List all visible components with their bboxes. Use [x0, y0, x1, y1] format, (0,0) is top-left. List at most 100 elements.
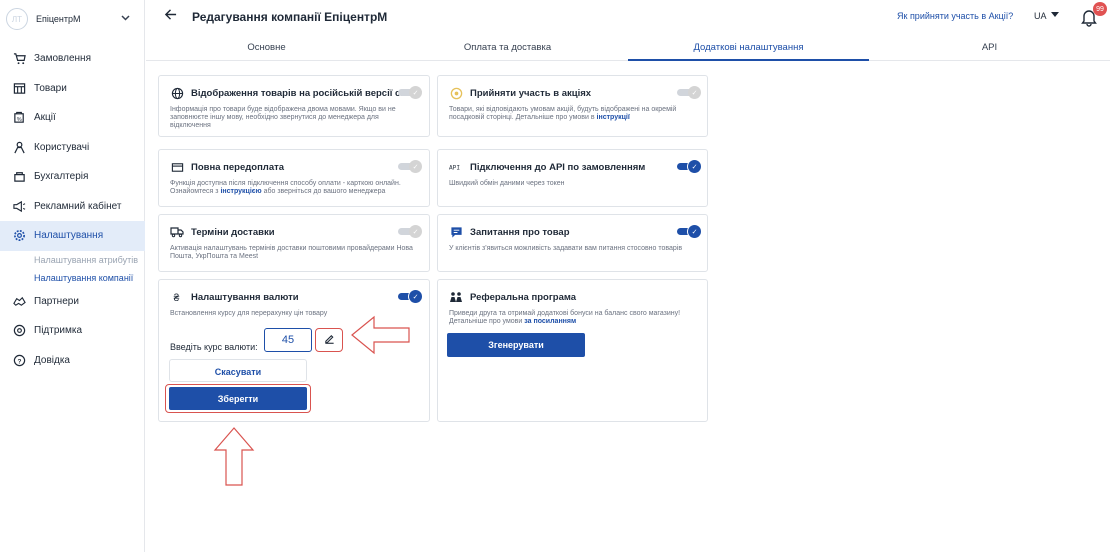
truck-icon	[170, 225, 184, 239]
card-description: Встановлення курсу для перерахунку цін т…	[170, 310, 328, 317]
tab-api[interactable]: API	[869, 34, 1110, 60]
promotions-toggle[interactable]: ✓	[677, 86, 701, 99]
notification-badge: 99	[1093, 2, 1107, 16]
sidebar-item-users[interactable]: Користувачі	[0, 133, 145, 163]
sidebar-item-settings[interactable]: Налаштування	[0, 221, 145, 251]
sidebar-item-accounting[interactable]: Бухгалтерія	[0, 162, 145, 192]
api-orders-toggle[interactable]: ✓	[677, 160, 701, 173]
promo-help-link[interactable]: Як прийняти участь в Акції?	[897, 11, 1013, 21]
instructions-link[interactable]: інструкції	[597, 114, 630, 121]
megaphone-icon	[12, 199, 26, 213]
help-icon: ?	[12, 353, 26, 367]
sidebar-item-products[interactable]: Товари	[0, 74, 145, 104]
card-description: Активація налаштувань термінів доставки …	[170, 245, 413, 260]
prepay-description: Функція доступна після підключення спосо…	[170, 180, 401, 187]
rate-label: Введіть курс валюти:	[170, 342, 258, 352]
store-switcher[interactable]: ЛТ ЕпіцентрМ	[6, 6, 138, 32]
card-api-orders: API Підключення до API по замовленням ✓ …	[437, 149, 708, 207]
delivery-terms-toggle[interactable]: ✓	[398, 225, 422, 238]
store-name: ЕпіцентрМ	[36, 14, 81, 24]
save-button[interactable]: Зберегти	[169, 387, 307, 410]
card-description: Функція доступна після підключення спосо…	[170, 180, 430, 196]
badge-icon	[449, 86, 463, 100]
people-icon	[449, 290, 463, 304]
referral-link[interactable]: за посиланням	[524, 318, 576, 325]
tab-bar: Основне Оплата та доставка Додаткові нал…	[146, 34, 1110, 61]
pencil-icon	[324, 333, 335, 347]
card-description: Приведи друга та отримай додаткові бонус…	[449, 310, 709, 326]
referral-terms-line: Детальніше про умови за посиланням	[449, 318, 709, 326]
page-header: Редагування компанії ЕпіцентрМ Як прийня…	[146, 0, 1110, 34]
chevron-down-icon[interactable]	[121, 13, 130, 24]
sidebar-item-orders[interactable]: Замовлення	[0, 44, 145, 74]
sidebar-item-label: Акції	[34, 112, 56, 124]
card-title: Прийняти участь в акціях	[470, 88, 592, 99]
users-icon	[12, 140, 26, 154]
questions-toggle[interactable]: ✓	[677, 225, 701, 238]
cancel-button[interactable]: Скасувати	[169, 359, 307, 382]
svg-text:API: API	[449, 165, 460, 172]
currency-toggle[interactable]: ✓	[398, 290, 422, 303]
generate-button[interactable]: Згенерувати	[447, 333, 585, 357]
back-arrow-icon[interactable]	[164, 8, 177, 24]
prepay-text: Ознайомтеся з	[170, 188, 219, 195]
promo-icon: %	[12, 111, 26, 125]
sidebar-item-label: Замовлення	[34, 53, 91, 65]
page-title: Редагування компанії ЕпіцентрМ	[192, 10, 388, 24]
sidebar-item-label: Партнери	[34, 295, 79, 307]
language-select[interactable]: UA	[1034, 11, 1047, 21]
card-description: Товари, які відповідають умовам акцій, б…	[449, 106, 707, 122]
products-icon	[12, 81, 26, 95]
card-promotions: Прийняти участь в акціях ✓ Товари, які в…	[437, 75, 708, 137]
sidebar-item-label: Рекламний кабінет	[34, 200, 122, 212]
card-product-questions: Запитання про товар ✓ У клієнтів з'явить…	[437, 214, 708, 272]
referral-text: Детальніше про умови	[449, 318, 523, 325]
card-description: У клієнтів з'явиться можливість задавати…	[449, 245, 683, 252]
api-icon: API	[449, 160, 463, 174]
card-title: Налаштування валюти	[191, 292, 299, 303]
prepayment-toggle[interactable]: ✓	[398, 160, 422, 173]
sidebar-item-promotions[interactable]: % Акції	[0, 103, 145, 133]
tab-main[interactable]: Основне	[146, 34, 387, 60]
svg-text:?: ?	[17, 358, 21, 365]
sidebar-item-label: Підтримка	[34, 325, 83, 337]
tab-additional-settings[interactable]: Додаткові налаштування	[628, 34, 869, 61]
chat-icon	[449, 225, 463, 239]
prepay-text: або зверніться до вашого менеджера	[263, 188, 386, 195]
sidebar-item-label: Бухгалтерія	[34, 171, 89, 183]
card-title: Запитання про товар	[470, 227, 570, 238]
currency-rate-input[interactable]: 45	[264, 328, 312, 352]
card-russian-version: Відображення товарів на російській версі…	[158, 75, 430, 137]
sidebar-item-ads[interactable]: Рекламний кабінет	[0, 192, 145, 222]
instructions-link[interactable]: інструкцією	[220, 188, 261, 195]
sidebar-item-label: Користувачі	[34, 141, 90, 153]
tab-payment-delivery[interactable]: Оплата та доставка	[387, 34, 628, 60]
sidebar-menu: Замовлення Товари % Акції Користувачі Бу…	[0, 44, 145, 375]
annotation-arrow-left	[351, 315, 410, 355]
card-description: Швидкий обмін даними через токен	[449, 180, 565, 187]
card-title: Повна передоплата	[191, 162, 285, 173]
caret-down-icon[interactable]	[1051, 10, 1059, 20]
russian-version-toggle[interactable]: ✓	[398, 86, 422, 99]
card-title: Реферальна програма	[470, 292, 577, 303]
card-title: Підключення до API по замовленням	[470, 162, 646, 173]
edit-rate-button[interactable]	[315, 328, 343, 352]
currency-icon: ₴	[170, 290, 184, 304]
referral-description: Приведи друга та отримай додаткові бонус…	[449, 310, 681, 317]
card-delivery-terms: Терміни доставки ✓ Активація налаштувань…	[158, 214, 430, 272]
support-icon	[12, 324, 26, 338]
sidebar-item-label: Товари	[34, 82, 67, 94]
card-title: Терміни доставки	[191, 227, 275, 238]
handshake-icon	[12, 294, 26, 308]
sidebar-item-support[interactable]: Підтримка	[0, 316, 145, 346]
sidebar-item-partners[interactable]: Партнери	[0, 287, 145, 317]
sidebar-subitem-company[interactable]: Налаштування компанії	[0, 269, 145, 287]
sidebar-subitem-attributes[interactable]: Налаштування атрибутів	[0, 251, 145, 269]
annotation-arrow-up	[213, 427, 255, 486]
globe-icon	[170, 86, 184, 100]
card-title: Відображення товарів на російській версі…	[191, 88, 422, 99]
card-referral-program: Реферальна програма Приведи друга та отр…	[437, 279, 708, 422]
sidebar-item-help[interactable]: ? Довідка	[0, 346, 145, 376]
gear-icon	[12, 229, 26, 243]
sidebar-item-label: Довідка	[34, 354, 70, 366]
